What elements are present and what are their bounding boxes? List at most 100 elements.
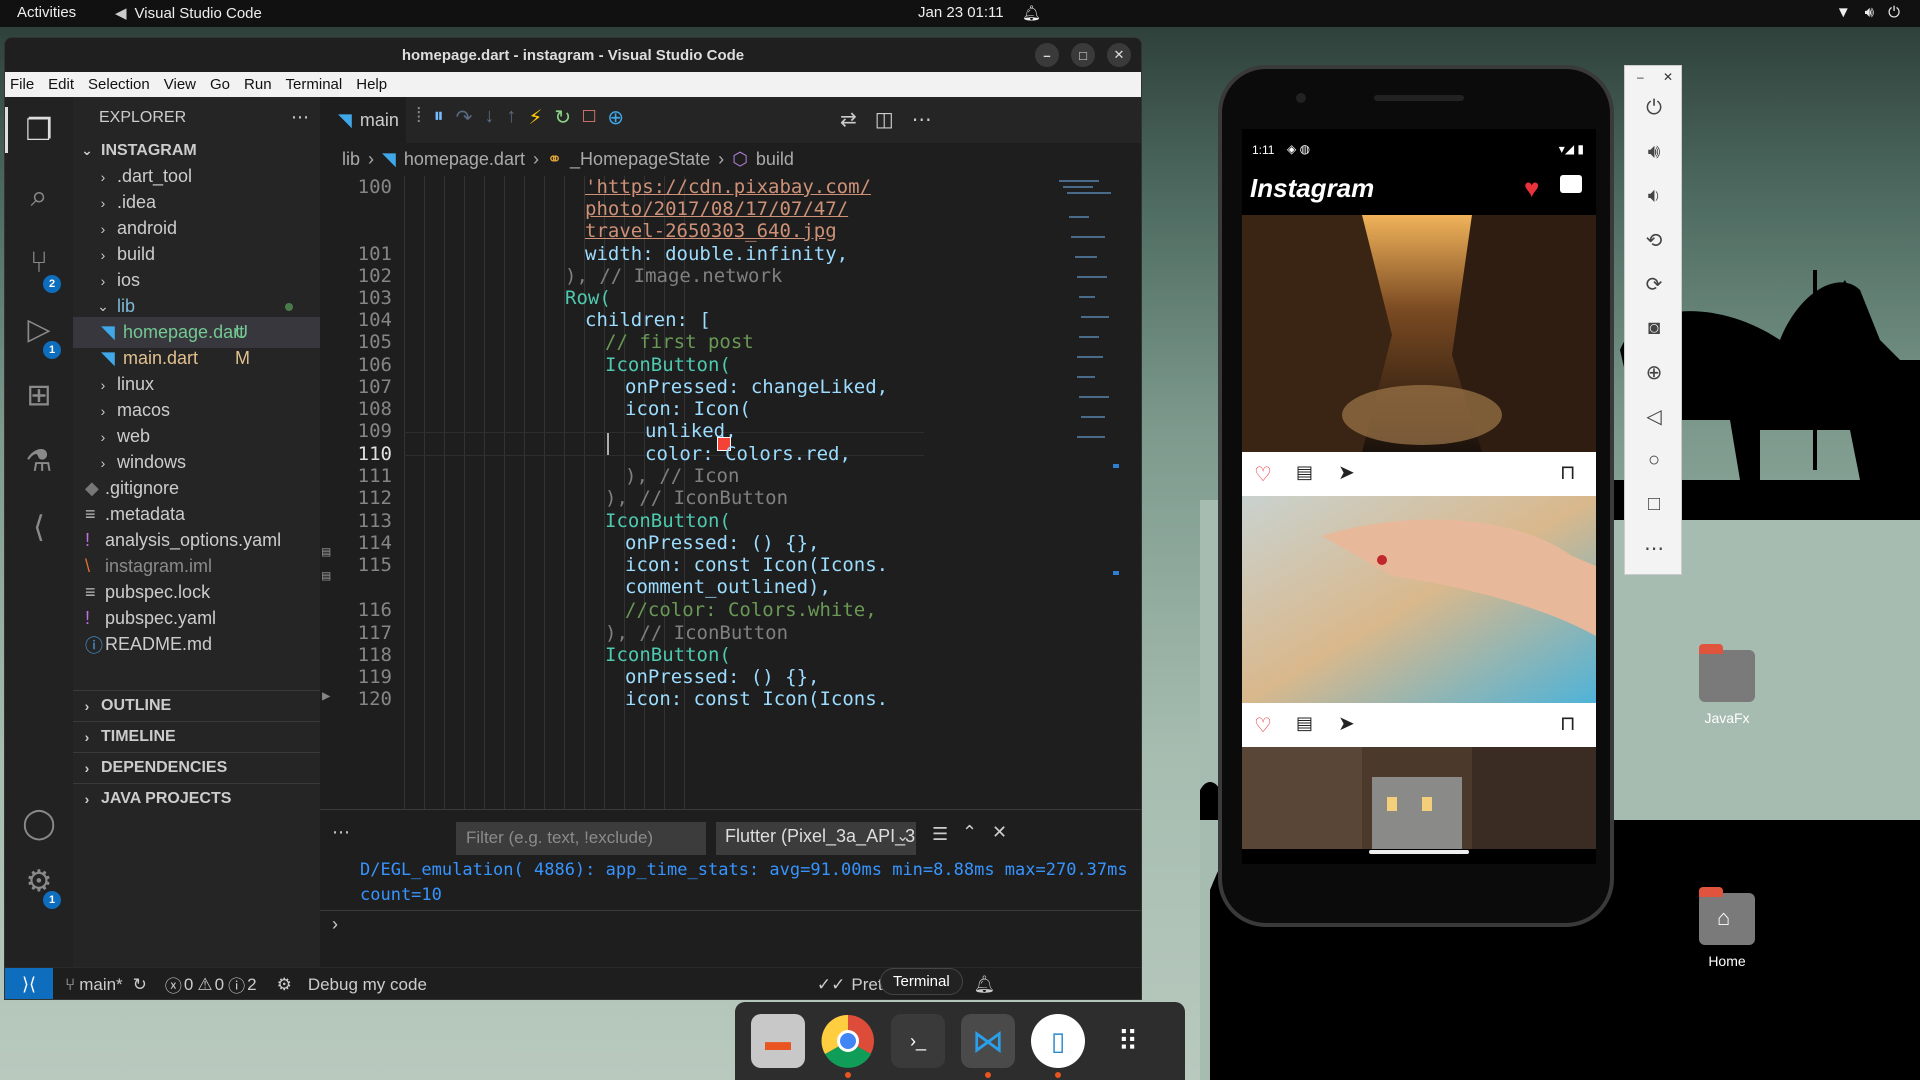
- like-outline-icon[interactable]: ♡: [1254, 462, 1272, 487]
- hot-reload-icon[interactable]: ⚡: [528, 105, 542, 130]
- focused-app-menu[interactable]: ◀ Visual Studio Code: [115, 4, 262, 23]
- split-editor-icon[interactable]: ◫: [875, 107, 894, 132]
- menu-help[interactable]: Help: [356, 76, 387, 93]
- search-icon[interactable]: ⌕: [19, 177, 59, 217]
- send-icon[interactable]: ➤: [1338, 711, 1355, 736]
- clear-output-icon[interactable]: ☰: [932, 824, 948, 845]
- menu-selection[interactable]: Selection: [88, 76, 150, 93]
- flutter-icon[interactable]: ⟨: [19, 507, 59, 547]
- activities-button[interactable]: Activities: [17, 4, 76, 21]
- clock[interactable]: Jan 23 01:11: [918, 4, 1004, 21]
- comment-icon[interactable]: ▤: [1296, 713, 1313, 734]
- system-tray[interactable]: ▼ 🔊︎ ⏻: [1836, 4, 1900, 21]
- more-icon[interactable]: ⋯: [1642, 536, 1666, 560]
- comment-gutter-icon[interactable]: ▤: [322, 544, 330, 560]
- vscode-app-icon[interactable]: ⋈: [961, 1014, 1015, 1068]
- minimize-button[interactable]: –: [1035, 43, 1059, 67]
- extensions-icon[interactable]: ⊞: [19, 375, 59, 415]
- show-apps-grid-icon[interactable]: ⠿: [1101, 1014, 1155, 1068]
- minimap[interactable]: [1057, 176, 1119, 676]
- panel-more-icon[interactable]: ⋯: [332, 822, 350, 843]
- explorer-icon[interactable]: ❐: [19, 110, 59, 150]
- messages-icon[interactable]: [1560, 175, 1582, 193]
- desktop-icon-home[interactable]: ⌂ Home: [1687, 887, 1767, 969]
- compare-changes-icon[interactable]: ⇄: [840, 107, 857, 132]
- code-editor[interactable]: 100 101 102 103 104 105 106 107 108 109 …: [320, 176, 1141, 868]
- files-app-icon[interactable]: ▬: [751, 1014, 805, 1068]
- bookmark-icon[interactable]: ⊓: [1560, 711, 1576, 736]
- comment-icon[interactable]: ▤: [1296, 462, 1313, 483]
- stop-icon[interactable]: □: [583, 105, 595, 130]
- git-status-untracked: U: [235, 322, 248, 342]
- output-channel-select[interactable]: Flutter (Pixel_3a_API_3: [716, 822, 916, 855]
- close-button[interactable]: ✕: [1107, 43, 1131, 67]
- step-over-icon[interactable]: ↷: [456, 105, 473, 130]
- menu-run[interactable]: Run: [244, 76, 272, 93]
- branch-name[interactable]: main*: [79, 975, 122, 995]
- step-out-icon[interactable]: ↑: [506, 105, 516, 130]
- terminal-app-icon[interactable]: ›_: [891, 1014, 945, 1068]
- menu-terminal[interactable]: Terminal: [286, 76, 343, 93]
- gesture-bar[interactable]: [1369, 850, 1469, 854]
- notifications-bell-icon[interactable]: 🔔︎: [974, 975, 996, 995]
- tab-main[interactable]: ◥ main: [320, 97, 406, 143]
- breadcrumb-file[interactable]: homepage.dart: [404, 149, 525, 170]
- menu-edit[interactable]: Edit: [48, 76, 74, 93]
- section-dependencies[interactable]: › DEPENDENCIES: [73, 752, 320, 783]
- back-icon[interactable]: ◁: [1642, 404, 1666, 428]
- speaker-grille: [1374, 95, 1464, 101]
- tree-item-readme[interactable]: ⓘ README.md: [73, 629, 320, 660]
- bookmark-icon[interactable]: ⊓: [1560, 460, 1576, 485]
- section-java-projects[interactable]: › JAVA PROJECTS: [73, 783, 320, 814]
- step-into-icon[interactable]: ↓: [484, 105, 494, 130]
- send-icon[interactable]: ➤: [1338, 460, 1355, 485]
- fold-arrow-icon[interactable]: ▶: [322, 688, 330, 704]
- sync-icon[interactable]: ↻: [133, 975, 147, 995]
- close-panel-icon[interactable]: ✕: [992, 822, 1007, 843]
- error-count[interactable]: 0: [184, 975, 193, 995]
- pause-icon[interactable]: ⏸: [434, 105, 444, 130]
- like-outline-icon[interactable]: ♡: [1254, 713, 1272, 738]
- info-count[interactable]: 2: [247, 975, 256, 995]
- emulator-app-icon[interactable]: ▯: [1031, 1014, 1085, 1068]
- warning-count[interactable]: 0: [215, 975, 224, 995]
- maximize-button[interactable]: □: [1071, 43, 1095, 67]
- heart-icon[interactable]: ♥: [1524, 173, 1539, 204]
- output-filter-input[interactable]: Filter (e.g. text, !exclude): [456, 822, 706, 855]
- remote-icon[interactable]: ⟩⟨: [5, 967, 53, 999]
- menu-go[interactable]: Go: [210, 76, 230, 93]
- chevron-right-icon[interactable]: ›: [332, 914, 338, 935]
- breadcrumb-method[interactable]: build: [756, 149, 794, 170]
- breadcrumb-lib[interactable]: lib: [342, 149, 360, 170]
- emu-minimize-icon[interactable]: –: [1637, 70, 1644, 84]
- desktop-icon-javafx[interactable]: JavaFx: [1687, 644, 1767, 726]
- menu-view[interactable]: View: [164, 76, 196, 93]
- home-icon[interactable]: ○: [1642, 448, 1666, 472]
- rotate-right-icon[interactable]: ⟳: [1642, 272, 1666, 296]
- account-icon[interactable]: ◯: [19, 803, 59, 843]
- phone-screen[interactable]: 1:11 ◈ ◍ ▾◢ ▮ Instagram ♥ ♡ ▤ ➤ ⊓ ♡ ▤ ➤ …: [1242, 129, 1596, 864]
- drag-handle-icon[interactable]: ⁞: [416, 105, 422, 130]
- zoom-icon[interactable]: ⊕: [1642, 360, 1666, 384]
- debug-launch[interactable]: Debug my code: [308, 975, 427, 995]
- explorer-more-icon[interactable]: ⋯: [291, 107, 309, 128]
- power-icon[interactable]: ⏻: [1642, 96, 1666, 120]
- overview-icon[interactable]: □: [1642, 492, 1666, 516]
- more-actions-icon[interactable]: ⋯: [912, 107, 932, 132]
- chrome-app-icon[interactable]: [821, 1014, 875, 1068]
- volume-down-icon[interactable]: 🔉︎: [1642, 184, 1666, 208]
- emu-close-icon[interactable]: ✕: [1663, 70, 1673, 84]
- restart-icon[interactable]: ↻: [554, 105, 571, 130]
- comment-gutter-icon[interactable]: ▤: [322, 568, 330, 584]
- testing-icon[interactable]: ⚗: [19, 441, 59, 481]
- breadcrumb-class[interactable]: _HomepageState: [570, 149, 710, 170]
- volume-up-icon[interactable]: 🔊︎: [1642, 140, 1666, 164]
- camera-icon[interactable]: ◙: [1642, 316, 1666, 340]
- menu-file[interactable]: File: [10, 76, 34, 93]
- section-timeline[interactable]: › TIMELINE: [73, 721, 320, 752]
- chevron-right-icon: ›: [532, 149, 539, 169]
- devtools-inspect-icon[interactable]: ⊕: [607, 105, 624, 130]
- maximize-panel-icon[interactable]: ⌃: [962, 822, 977, 843]
- section-outline[interactable]: › OUTLINE: [73, 690, 320, 721]
- rotate-left-icon[interactable]: ⟲: [1642, 228, 1666, 252]
